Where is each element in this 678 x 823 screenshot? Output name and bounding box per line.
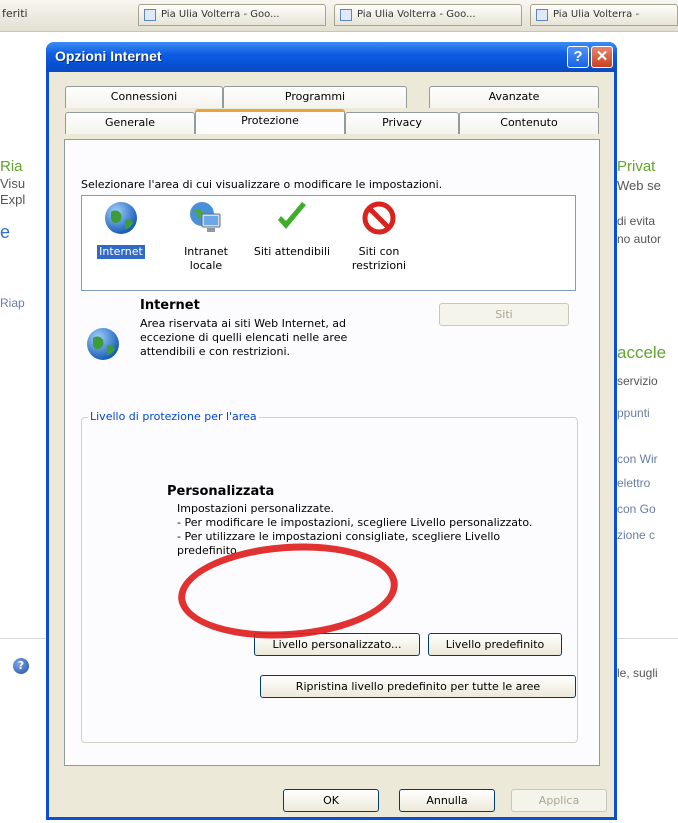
level-name: Personalizzata <box>167 484 275 499</box>
zone-restricted[interactable]: Siti con restrizioni <box>338 200 420 273</box>
level-line: - Per modificare le impostazioni, scegli… <box>177 516 533 529</box>
ok-button[interactable]: OK <box>283 789 379 812</box>
tab-generale[interactable]: Generale <box>65 112 195 134</box>
ie-icon: e <box>0 222 11 242</box>
bg-right-text: Privat <box>617 158 656 175</box>
tab-protezione[interactable]: Protezione <box>195 109 345 134</box>
cancel-button[interactable]: Annulla <box>399 789 495 812</box>
zone-label: Intranet locale <box>184 245 228 272</box>
default-level-button[interactable]: Livello predefinito <box>428 633 562 656</box>
zone-label: Siti attendibili <box>253 245 331 258</box>
bg-right-text: le, sugli <box>617 666 658 680</box>
zone-list: Internet Intranet locale Siti attendibil… <box>81 195 576 291</box>
internet-options-dialog: Opzioni Internet ? ✕ Connessioni Program… <box>46 42 617 820</box>
zone-label: Internet <box>97 245 145 259</box>
bg-right-text[interactable]: ppunti <box>617 406 678 420</box>
bg-right-text: accele <box>617 343 667 362</box>
page-icon <box>340 9 352 21</box>
network-computer-icon <box>190 202 221 232</box>
browser-tab-3[interactable]: Pia Ulia Volterra - <box>530 4 678 26</box>
zone-trusted[interactable]: Siti attendibili <box>250 200 334 259</box>
tab-privacy[interactable]: Privacy <box>345 112 459 134</box>
bg-right-text[interactable]: zione c <box>617 528 678 542</box>
browser-tab-label: Pia Ulia Volterra - <box>553 9 640 20</box>
browser-tab-label: Pia Ulia Volterra - Goo... <box>161 9 280 20</box>
favorites-label[interactable]: feriti <box>2 7 28 20</box>
zone-internet[interactable]: Internet <box>86 200 156 259</box>
zone-label: Siti con restrizioni <box>351 245 407 272</box>
no-entry-icon <box>362 201 396 235</box>
zone-intranet[interactable]: Intranet locale <box>166 200 246 273</box>
tab-avanzate[interactable]: Avanzate <box>429 86 599 108</box>
apply-button[interactable]: Applica <box>511 789 607 812</box>
bg-right-text: Web se <box>617 178 661 193</box>
tab-programmi[interactable]: Programmi <box>223 86 407 108</box>
bg-right-text[interactable]: con Go <box>617 502 678 516</box>
browser-tab-1[interactable]: Pia Ulia Volterra - Goo... <box>138 4 326 26</box>
tab-connessioni[interactable]: Connessioni <box>65 86 223 108</box>
level-line: Impostazioni personalizzate. <box>177 502 334 515</box>
help-button[interactable]: ? <box>567 46 589 68</box>
browser-tab-label: Pia Ulia Volterra - Goo... <box>357 9 476 20</box>
close-button[interactable]: ✕ <box>591 46 613 68</box>
dialog-title: Opzioni Internet <box>55 48 162 64</box>
group-label: Livello di protezione per l'area <box>88 410 259 423</box>
bg-right-text: no autor <box>617 232 662 246</box>
dialog-titlebar[interactable]: Opzioni Internet ? ✕ <box>46 42 617 72</box>
bg-right-text: di evita <box>617 214 656 228</box>
globe-icon <box>87 328 119 360</box>
page-icon <box>144 9 156 21</box>
help-icon[interactable]: ? <box>13 658 29 674</box>
selected-zone-description: Area riservata ai siti Web Internet, ad … <box>140 317 348 358</box>
bg-right-text[interactable]: con Wir <box>617 452 678 466</box>
selected-zone-title: Internet <box>140 298 200 313</box>
sites-button[interactable]: Siti <box>439 303 569 326</box>
bg-right-text: servizio <box>617 374 658 388</box>
page-icon <box>536 9 548 21</box>
reset-all-zones-button[interactable]: Ripristina livello predefinito per tutte… <box>260 675 576 698</box>
checkmark-icon <box>278 202 306 229</box>
browser-tab-2[interactable]: Pia Ulia Volterra - Goo... <box>334 4 522 26</box>
browser-toolbar: feriti Pia Ulia Volterra - Goo... Pia Ul… <box>0 0 678 32</box>
zone-select-label: Selezionare l'area di cui visualizzare o… <box>81 178 443 191</box>
protection-tab-panel: Selezionare l'area di cui visualizzare o… <box>64 139 600 766</box>
globe-icon <box>105 202 137 234</box>
bg-right-text[interactable]: elettro <box>617 476 678 490</box>
tab-contenuto[interactable]: Contenuto <box>459 112 599 134</box>
